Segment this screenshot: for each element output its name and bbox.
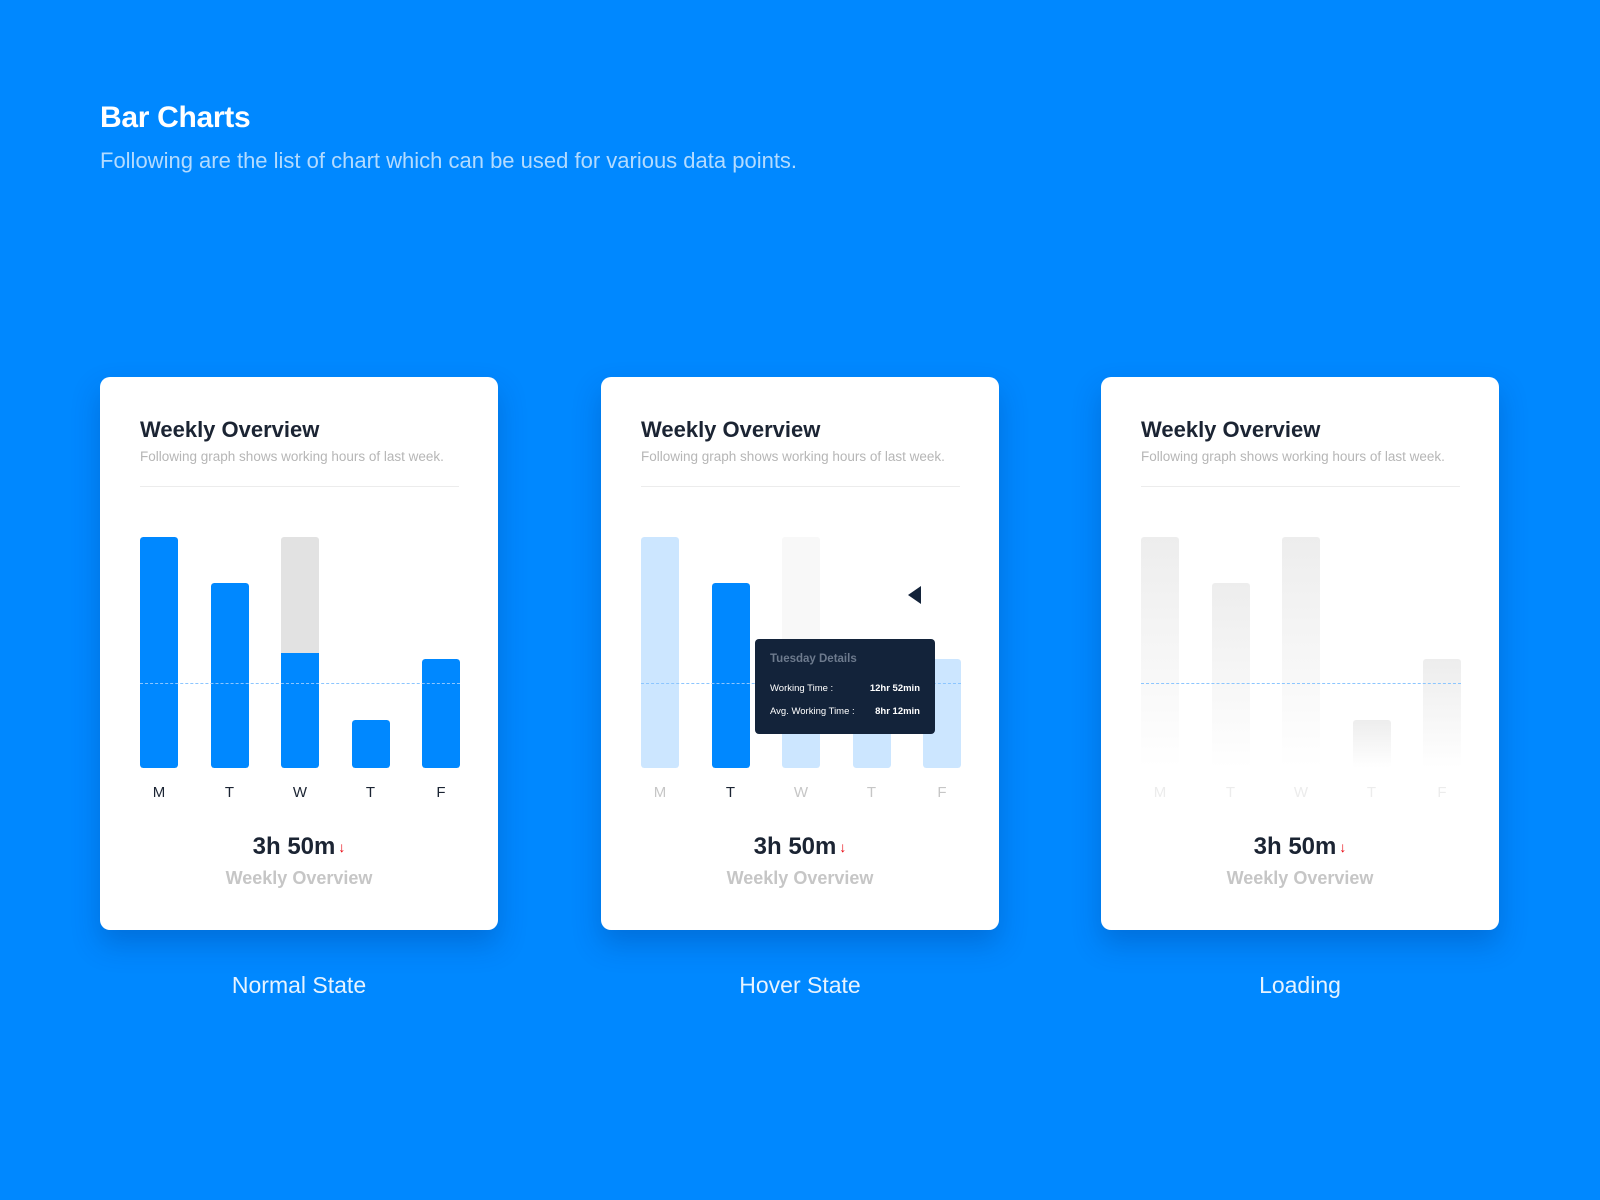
card-title: Weekly Overview [641,417,821,442]
bar-m-0[interactable] [641,537,679,768]
bar-plot [1141,537,1461,768]
x-tick-label: W [793,784,809,801]
bar-t-3[interactable] [351,719,390,768]
total-label: Weekly Overview [1226,868,1374,888]
total-value: 3h 50m ↓ [100,833,498,861]
card-title: Weekly Overview [1141,417,1321,442]
card-title: Weekly Overview [140,417,320,442]
bar-w-2[interactable] [281,537,319,768]
tooltip-row-label: Avg. Working Time : [770,706,855,717]
bar-value-fill [641,537,679,768]
state-label-normal: Normal State [231,972,367,998]
divider [140,486,459,487]
bar-f-4[interactable] [422,659,460,768]
x-tick-label: T [365,784,376,801]
average-line [1141,682,1461,684]
chart-card-normal: Weekly Overview Following graph shows wo… [100,377,498,930]
page-subtitle: Following are the list of chart which ca… [100,148,798,173]
bar-value-fill [711,583,750,768]
tooltip-caret-icon [908,586,921,604]
bar-t-1[interactable] [711,583,750,768]
x-tick-label: M [653,784,667,801]
x-tick-label: M [1153,784,1167,801]
total-text: 3h 50m [252,833,336,860]
bar-t-1 [1211,583,1250,768]
chart-card-hover: Weekly Overview Following graph shows wo… [601,377,999,930]
bar-value-fill [422,659,460,768]
x-tick-label: T [866,784,877,801]
x-tick-label: F [436,784,446,801]
bar-w-2 [1282,537,1320,768]
x-axis-labels: MTWTF [1141,784,1461,804]
x-axis-labels: MTWTF [140,784,460,804]
tooltip-row: Avg. Working Time : 8hr 12min [770,706,920,717]
bar-value-fill [351,719,390,768]
x-axis-labels: MTWTF [641,784,961,804]
total-label: Weekly Overview [726,868,874,888]
x-tick-label: F [937,784,947,801]
x-tick-label: T [1366,784,1377,801]
tooltip: Tuesday Details Working Time : 12hr 52mi… [755,639,935,734]
tooltip-row-value: 12hr 52min [869,683,920,694]
total-text: 3h 50m [1253,833,1337,860]
card-subtitle: Following graph shows working hours of l… [1141,449,1445,464]
x-tick-label: T [1225,784,1236,801]
bar-t-1[interactable] [210,583,249,768]
bar-value-fill [210,583,249,768]
x-tick-label: M [152,784,166,801]
bar-value-fill [281,652,319,768]
bar-m-0[interactable] [140,537,178,768]
trend-down-icon: ↓ [338,839,346,855]
bar-plot [140,537,460,768]
tooltip-row-label: Working Time : [770,683,834,694]
state-label-loading: Loading [1259,972,1341,998]
total-value: 3h 50m ↓ [601,833,999,861]
total-text: 3h 50m [753,833,837,860]
bar-t-3 [1352,719,1391,768]
card-subtitle: Following graph shows working hours of l… [641,449,945,464]
state-label-hover: Hover State [739,972,861,998]
tooltip-row-value: 8hr 12min [875,706,920,717]
total-value: 3h 50m ↓ [1101,833,1499,861]
divider [1141,486,1460,487]
tooltip-title: Tuesday Details [770,653,857,665]
total-label: Weekly Overview [225,868,373,888]
tooltip-row: Working Time : 12hr 52min [770,683,920,694]
bar-m-0 [1141,537,1179,768]
trend-down-icon: ↓ [839,839,847,855]
trend-down-icon: ↓ [1339,839,1347,855]
x-tick-label: W [1293,784,1309,801]
bar-value-fill [140,537,178,768]
average-line [140,682,460,684]
divider [641,486,960,487]
x-tick-label: T [224,784,235,801]
page-title: Bar Charts [100,101,251,134]
card-subtitle: Following graph shows working hours of l… [140,449,444,464]
chart-card-loading: Weekly Overview Following graph shows wo… [1101,377,1499,930]
bar-f-4 [1423,659,1461,768]
x-tick-label: T [725,784,736,801]
x-tick-label: W [292,784,308,801]
x-tick-label: F [1437,784,1447,801]
